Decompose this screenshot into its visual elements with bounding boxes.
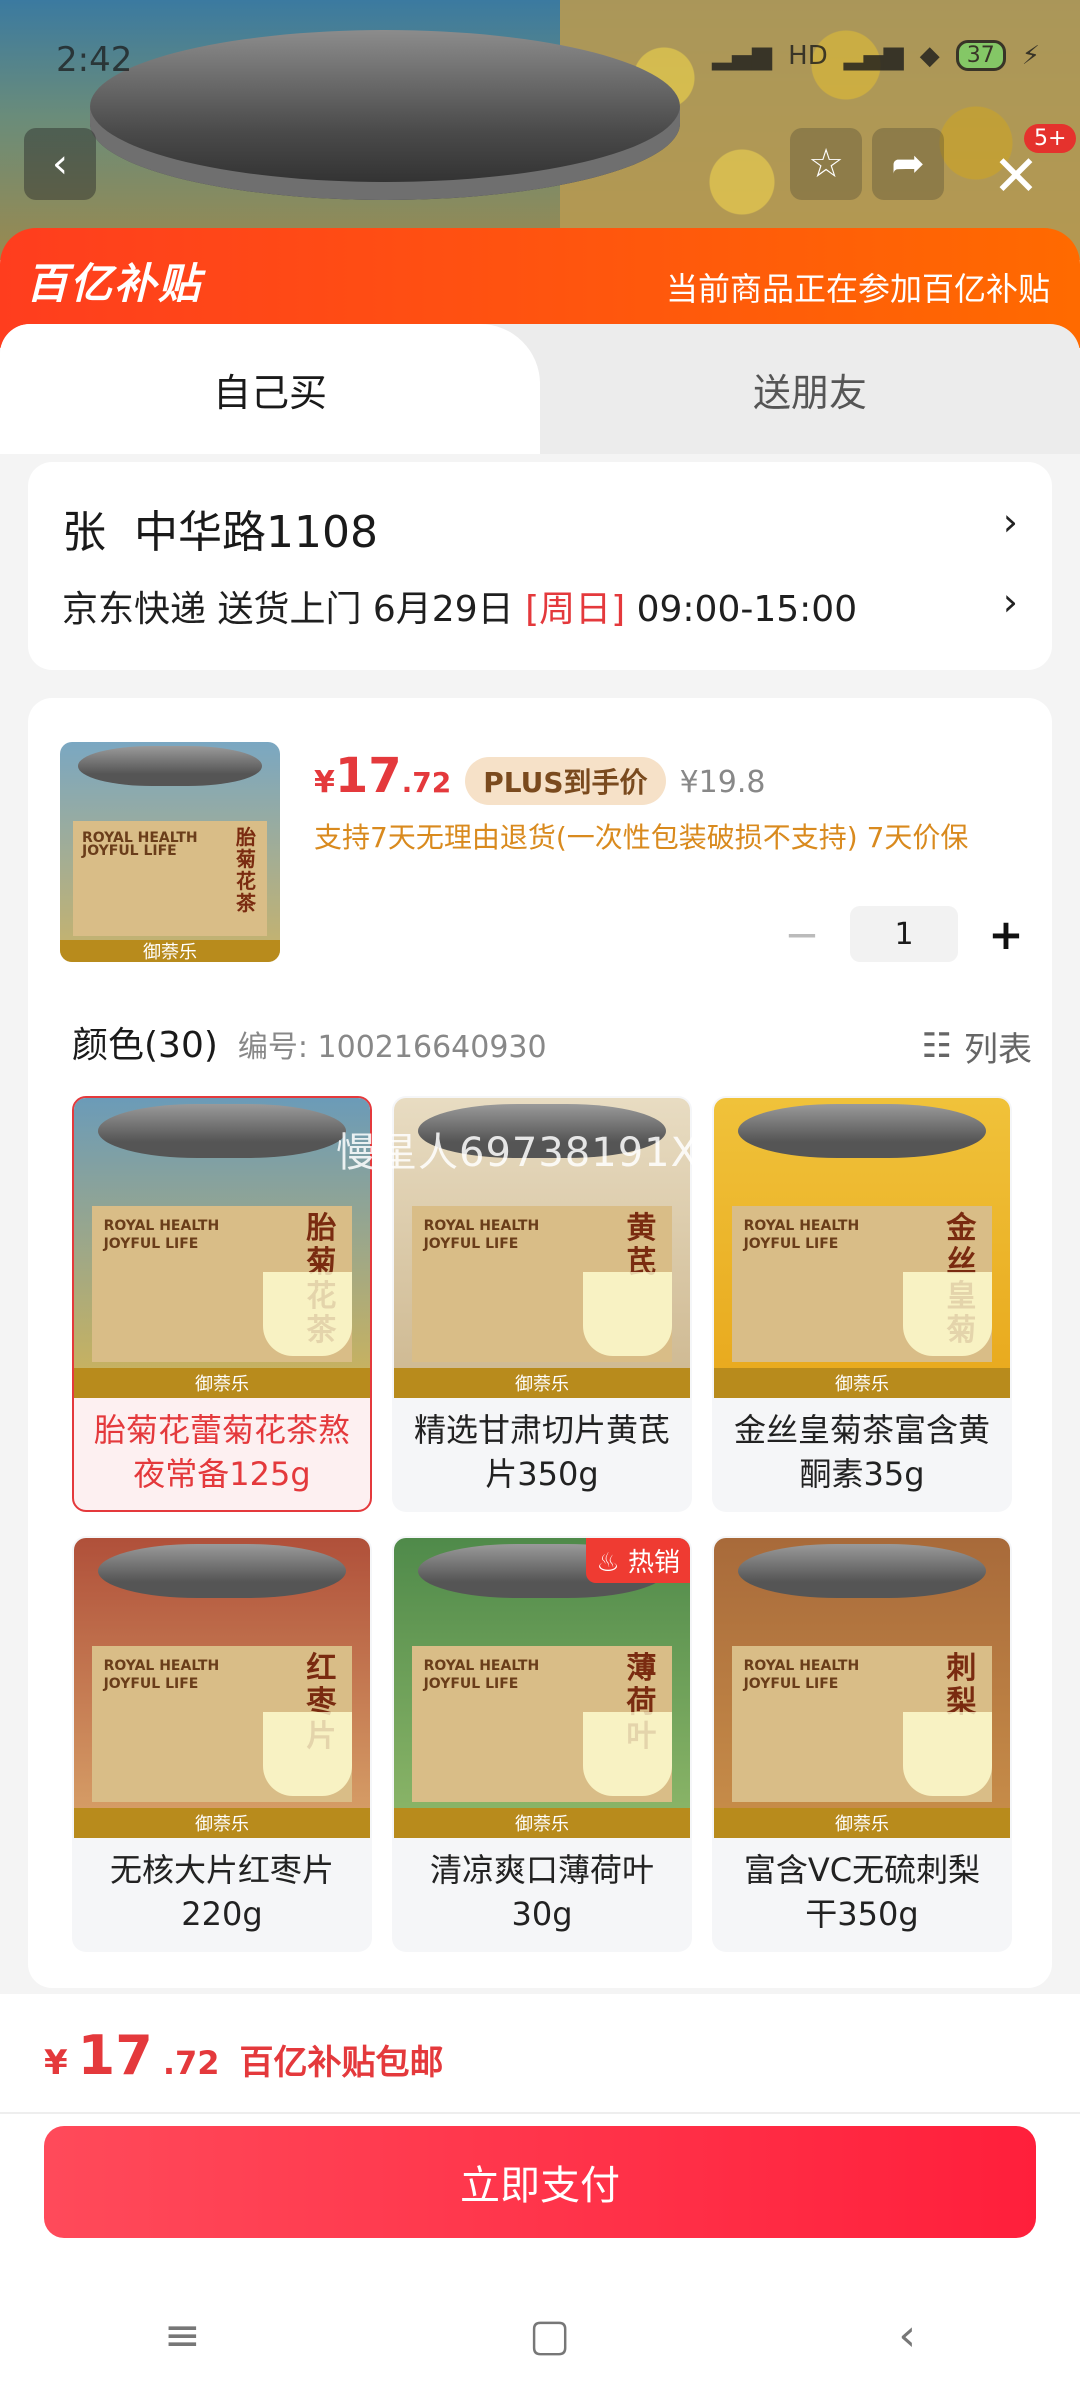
system-nav-bar: ≡ ▢ ‹	[0, 2290, 1080, 2380]
variant-option[interactable]: ROYAL HEALTH JOYFUL LIFE 红枣片 御萘乐 无核大片红枣片…	[72, 1536, 372, 1952]
spec-header: 颜色(30) 编号: 100216640930 ☷ 列表	[72, 1016, 1032, 1071]
variant-name: 富含VC无硫刺梨干350g	[743, 1851, 981, 1933]
menu-icon[interactable]: ≡	[164, 2310, 201, 2361]
list-label: 列表	[964, 1029, 1032, 1070]
total-integer: 17	[77, 2024, 153, 2087]
total-currency: ¥	[44, 2043, 68, 2083]
original-price: ¥19.8	[679, 765, 766, 800]
price-row: ¥17.72 PLUS到手价 ¥19.8	[314, 748, 765, 805]
chevron-right-icon[interactable]: ›	[1003, 580, 1018, 624]
quantity-input[interactable]: 1	[850, 906, 958, 962]
status-time: 2:42	[56, 40, 133, 80]
quantity-stepper: − 1 +	[780, 906, 1028, 962]
star-icon: ☆	[808, 141, 844, 187]
total-price-row: ¥17.72 百亿补贴包邮	[44, 2024, 444, 2087]
service-guarantee: 支持7天无理由退货(一次性包装破损不支持) 7天价保	[314, 821, 969, 854]
jar-image: ROYAL HEALTH JOYFUL LIFE 红枣片 御萘乐	[74, 1538, 370, 1838]
list-view-toggle[interactable]: ☷ 列表	[922, 1022, 1032, 1071]
price: ¥17.72	[314, 748, 452, 804]
variant-name: 清凉爽口薄荷叶30g	[429, 1851, 654, 1933]
list-icon: ☷	[921, 1026, 952, 1066]
variant-name: 精选甘肃切片黄芪片350g	[413, 1411, 670, 1493]
vpn-icon: ◆	[919, 40, 940, 71]
back-icon[interactable]: ‹	[898, 2310, 916, 2361]
back-button[interactable]: ‹	[24, 128, 96, 200]
watermark: 慢星人69738191X	[336, 1130, 699, 1176]
product-code: 编号: 100216640930	[237, 1030, 547, 1065]
plus-price-tag: PLUS到手价	[465, 757, 666, 805]
subsidy-logo: 百亿补贴	[26, 259, 203, 308]
battery-icon: 37	[955, 40, 1006, 71]
status-icons: ▂▄▆ HD ▂▄▆ ◆ 37 ⚡	[712, 40, 1040, 71]
close-icon: ✕	[992, 143, 1040, 209]
chevron-right-icon[interactable]: ›	[1003, 500, 1018, 544]
product-card: ROYAL HEALTH JOYFUL LIFE 胎菊花茶 御萘乐 ¥17.72…	[28, 698, 1052, 1988]
jar-image: ROYAL HEALTH JOYFUL LIFE 刺梨 御萘乐	[714, 1538, 1010, 1838]
home-icon[interactable]: ▢	[529, 2310, 571, 2361]
share-icon: ➦	[891, 141, 925, 187]
increase-quantity-button[interactable]: +	[984, 910, 1028, 959]
status-bar: 2:42 ▂▄▆ HD ▂▄▆ ◆ 37 ⚡	[0, 0, 1080, 120]
tab-buy-self[interactable]: 自己买	[0, 324, 540, 454]
variant-name: 胎菊花蕾菊花茶熬夜常备125g	[93, 1411, 350, 1493]
delivery-info: 京东快递 送货上门 6月29日	[62, 589, 514, 630]
street-address: 中华路1108	[134, 507, 378, 558]
delivery-line: 京东快递 送货上门 6月29日 [周日] 09:00-15:00	[62, 580, 857, 632]
decrease-quantity-button[interactable]: −	[780, 910, 824, 959]
purchase-tabs: 自己买 送朋友	[0, 324, 1080, 454]
jar-image: ROYAL HEALTH JOYFUL LIFE 金丝皇菊 御萘乐	[714, 1098, 1010, 1398]
variant-name: 无核大片红枣片220g	[109, 1851, 334, 1933]
variant-option[interactable]: ROYAL HEALTH JOYFUL LIFE 刺梨 御萘乐 富含VC无硫刺梨…	[712, 1536, 1012, 1952]
message-badge: 5+	[1024, 124, 1077, 153]
subsidy-text: 当前商品正在参加百亿补贴	[665, 270, 1050, 308]
jar-image: ROYAL HEALTH JOYFUL LIFE 胎菊花茶 御萘乐	[74, 1098, 370, 1398]
flame-icon: ♨	[596, 1548, 620, 1578]
address-card[interactable]: 张 中华路1108 › 京东快递 送货上门 6月29日 [周日] 09:00-1…	[28, 462, 1052, 670]
divider	[0, 2112, 1080, 2114]
spec-title: 颜色(30)	[72, 1025, 218, 1066]
jar-image: ROYAL HEALTH JOYFUL LIFE 薄荷叶 御萘乐	[394, 1538, 690, 1838]
delivery-weekday: [周日]	[525, 589, 626, 630]
variant-option[interactable]: ROYAL HEALTH JOYFUL LIFE 胎菊花茶 御萘乐 胎菊花蕾菊花…	[72, 1096, 372, 1512]
total-decimal: .72	[162, 2044, 220, 2082]
chevron-left-icon: ‹	[52, 141, 68, 187]
signal-icon-2: ▂▄▆	[843, 40, 904, 71]
variant-name: 金丝皇菊茶富含黄酮素35g	[733, 1411, 990, 1493]
network-label: HD	[788, 40, 828, 71]
product-thumbnail[interactable]: ROYAL HEALTH JOYFUL LIFE 胎菊花茶 御萘乐	[60, 742, 280, 962]
signal-icon: ▂▄▆	[712, 40, 773, 71]
recipient-name: 张	[62, 507, 106, 558]
variant-option[interactable]: ROYAL HEALTH JOYFUL LIFE 薄荷叶 御萘乐 ♨ 热销 清凉…	[392, 1536, 692, 1952]
address-line: 张 中华路1108	[62, 496, 378, 560]
charging-icon: ⚡	[1021, 40, 1040, 71]
share-button[interactable]: ➦	[872, 128, 944, 200]
favorite-button[interactable]: ☆	[790, 128, 862, 200]
delivery-time: 09:00-15:00	[636, 589, 858, 630]
pay-now-button[interactable]: 立即支付	[44, 2126, 1036, 2238]
free-shipping-note: 百亿补贴包邮	[239, 2043, 444, 2083]
hot-sale-badge: ♨ 热销	[586, 1538, 690, 1583]
variant-option[interactable]: ROYAL HEALTH JOYFUL LIFE 金丝皇菊 御萘乐 金丝皇菊茶富…	[712, 1096, 1012, 1512]
variant-grid: ROYAL HEALTH JOYFUL LIFE 胎菊花茶 御萘乐 胎菊花蕾菊花…	[72, 1096, 1032, 1952]
jar-image: ROYAL HEALTH JOYFUL LIFE 胎菊花茶 御萘乐	[60, 742, 280, 962]
tab-gift-friend[interactable]: 送朋友	[540, 324, 1080, 454]
